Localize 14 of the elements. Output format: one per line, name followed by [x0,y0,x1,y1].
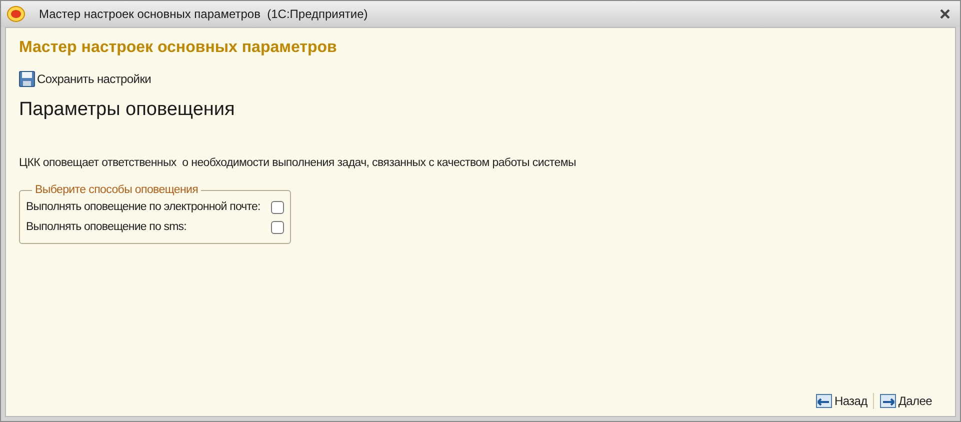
option-label: Выполнять оповещение по электронной почте: [26,200,260,215]
section-title: Параметры оповещения [19,98,236,122]
description-text: ЦКК оповещает ответственных о необходимости выполнения задач, связанных с качеством работы системы [19,156,577,170]
window-title: Мастер настроек основных параметров (1С:Предприятие) [39,6,369,23]
checkbox[interactable] [271,221,284,234]
group-title: Выберите способы оповещения [34,182,200,198]
checkbox[interactable] [271,201,284,214]
save-settings-button[interactable]: Сохранить настройки [19,70,152,88]
app-logo-icon [7,6,25,22]
back-button[interactable]: Назад [816,392,868,410]
wizard-heading: Мастер настроек основных параметров [19,38,338,58]
option-label: Выполнять оповещение по sms: [26,220,186,236]
close-icon[interactable] [940,9,950,19]
next-button[interactable]: Далее [880,392,932,410]
